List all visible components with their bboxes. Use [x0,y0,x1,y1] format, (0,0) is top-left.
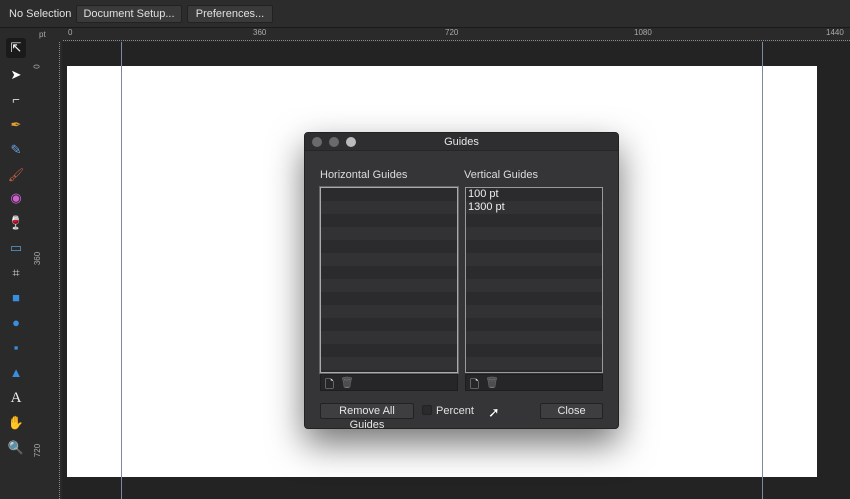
tools-panel: ⇱ ➤ ⌐ ✒ ✎ 🖌 ◉ 🍷 ▭ ⌗ ■ ● ▪ ▲ A ✋ 🔍 [0,28,33,499]
rectangle-tool-icon[interactable]: ■ [6,288,26,308]
triangle-tool-icon[interactable]: ▲ [6,363,26,383]
crop-tool-icon[interactable]: ⌗ [6,263,26,283]
move-tool-icon[interactable]: ⇱ [6,38,26,58]
document-setup-button[interactable]: Document Setup... [76,5,182,23]
hand-tool-icon[interactable]: ✋ [6,413,26,433]
ruler-label: 1080 [634,28,652,37]
close-button[interactable]: Close [540,403,603,419]
transparency-tool-icon[interactable]: 🍷 [6,213,26,233]
list-item[interactable]: 1300 pt [466,201,602,214]
add-guide-icon[interactable]: 🗋 [325,376,334,395]
ruler-label: 720 [33,443,43,458]
brush-tool-icon[interactable]: 🖌 [6,165,26,185]
delete-guide-icon[interactable]: 🗑 [340,376,354,389]
horizontal-ruler[interactable]: pt 0 360 720 1080 1440 [33,28,850,42]
minimize-window-button[interactable] [329,137,339,147]
ruler-label: 1440 [826,28,844,37]
horizontal-guides-list[interactable] [320,187,458,373]
ruler-label: 0 [68,28,73,37]
selection-status: No Selection [9,8,72,20]
vertical-guide[interactable] [762,42,763,499]
delete-guide-icon[interactable]: 🗑 [485,376,499,389]
ruler-label: 0 [32,64,42,69]
percent-label: Percent [436,405,474,417]
ruler-unit: pt [39,30,46,39]
percent-checkbox[interactable] [422,405,432,415]
corner-tool-icon[interactable]: ⌐ [6,90,26,110]
ruler-label: 720 [445,28,459,37]
remove-all-guides-button[interactable]: Remove All Guides [320,403,414,431]
ruler-label: 360 [33,251,43,266]
mouse-cursor-icon: ➚ [488,404,500,420]
zoom-tool-icon[interactable]: 🔍 [6,438,26,458]
vertical-guides-label: Vertical Guides [464,169,538,181]
preferences-button[interactable]: Preferences... [187,5,273,23]
context-toolbar: No Selection Document Setup... Preferenc… [0,0,850,28]
horizontal-guides-label: Horizontal Guides [320,169,408,181]
vertical-ruler[interactable]: 0 360 720 [33,42,62,499]
vertical-guide[interactable] [121,42,122,499]
zoom-window-button[interactable] [346,137,356,147]
add-guide-icon[interactable]: 🗋 [470,376,479,395]
vertical-list-footer: 🗋 🗑 [465,374,603,391]
vertical-guides-list[interactable]: 100 pt 1300 pt [465,187,603,373]
pen-tool-icon[interactable]: ✒ [6,115,26,135]
ellipse-tool-icon[interactable]: ● [6,313,26,333]
guides-dialog: Guides Horizontal Guides Vertical Guides… [304,132,619,431]
text-tool-icon[interactable]: A [6,388,26,408]
rounded-rectangle-tool-icon[interactable]: ▪ [6,338,26,358]
list-item[interactable]: 100 pt [466,188,602,201]
image-tool-icon[interactable]: ▭ [6,238,26,258]
horizontal-list-footer: 🗋 🗑 [320,374,458,391]
ruler-label: 360 [253,28,267,37]
color-wheel-icon[interactable]: ◉ [6,188,26,208]
node-tool-icon[interactable]: ➤ [6,65,26,85]
close-window-button[interactable] [312,137,322,147]
pencil-tool-icon[interactable]: ✎ [6,140,26,160]
